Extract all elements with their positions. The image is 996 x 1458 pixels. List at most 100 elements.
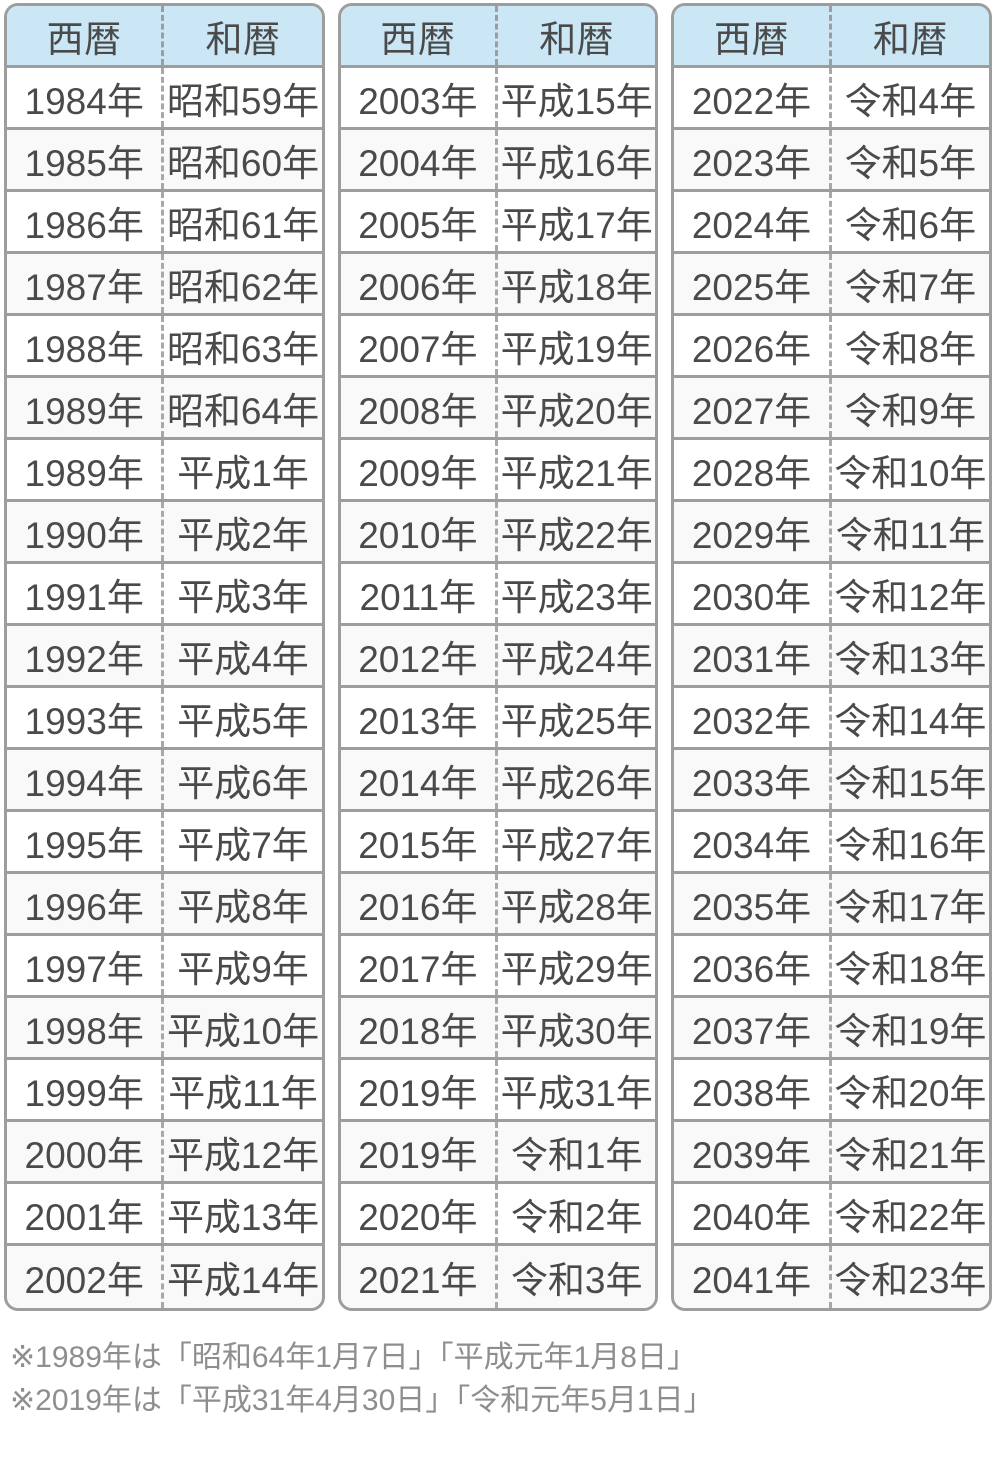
table-row: 2008年 平成20年 — [340, 378, 656, 440]
table-row: 2041年 令和23年 — [674, 1246, 990, 1308]
cell-japanese-era: 平成26年 — [500, 762, 653, 804]
cell-western-year: 1989年 — [7, 440, 165, 499]
cell-japanese-era: 平成20年 — [500, 390, 653, 432]
cell-western-year: 1998年 — [7, 998, 165, 1057]
cell-western-year: 2029年 — [674, 502, 832, 561]
cell-japanese-era: 昭和60年 — [166, 142, 320, 184]
table-row: 1998年 平成10年 — [7, 998, 322, 1060]
table-row: 2022年 令和4年 — [674, 68, 990, 130]
table-row: 2035年 令和17年 — [674, 874, 990, 936]
cell-western-year: 1987年 — [7, 254, 165, 313]
table-row: 2021年 令和3年 — [340, 1246, 656, 1308]
cell-japanese-era: 令和3年 — [510, 1260, 643, 1301]
table-row: 2037年 令和19年 — [674, 998, 990, 1060]
column-header-japanese-era: 和暦 — [539, 18, 615, 60]
table-row: 2004年 平成16年 — [340, 130, 656, 192]
cell-western-year: 2018年 — [341, 998, 499, 1057]
cell-western-year: 2040年 — [674, 1184, 832, 1243]
cell-western-year: 2003年 — [341, 68, 499, 127]
cell-western-year: 2028年 — [674, 440, 832, 499]
table-row: 2002年 平成14年 — [7, 1246, 322, 1308]
cell-japanese-era: 令和19年 — [834, 1010, 987, 1052]
table-row: 2027年 令和9年 — [674, 378, 990, 440]
column-header-japanese-era: 和暦 — [205, 18, 281, 60]
table-row: 2007年 平成19年 — [340, 316, 656, 378]
cell-western-year: 2007年 — [341, 316, 499, 375]
cell-western-year: 2027年 — [674, 378, 832, 437]
cell-western-year: 2022年 — [674, 68, 832, 127]
cell-western-year: 2002年 — [7, 1246, 165, 1308]
cell-japanese-era: 令和18年 — [834, 948, 987, 990]
cell-japanese-era: 平成25年 — [500, 700, 653, 742]
cell-western-year: 2006年 — [341, 254, 499, 313]
cell-western-year: 2024年 — [674, 192, 832, 251]
column-header-western-year: 西暦 — [341, 6, 499, 65]
cell-western-year: 1999年 — [7, 1060, 165, 1119]
table-row: 2032年 令和14年 — [674, 688, 990, 750]
cell-western-year: 2005年 — [341, 192, 499, 251]
cell-western-year: 1995年 — [7, 812, 165, 871]
table-row: 2000年 平成12年 — [7, 1122, 322, 1184]
table-row: 2026年 令和8年 — [674, 316, 990, 378]
table-row: 2005年 平成17年 — [340, 192, 656, 254]
cell-japanese-era: 平成7年 — [177, 824, 309, 866]
cell-japanese-era: 平成21年 — [500, 452, 653, 494]
table-row: 2023年 令和5年 — [674, 130, 990, 192]
cell-western-year: 1991年 — [7, 564, 165, 623]
table-row: 2036年 令和18年 — [674, 936, 990, 998]
table-row: 1994年 平成6年 — [7, 750, 322, 812]
cell-japanese-era: 令和2年 — [510, 1196, 643, 1238]
cell-western-year: 2019年 — [341, 1122, 499, 1181]
cell-japanese-era: 平成24年 — [500, 638, 653, 680]
cell-western-year: 2037年 — [674, 998, 832, 1057]
table-row: 1985年 昭和60年 — [7, 130, 322, 192]
cell-western-year: 2026年 — [674, 316, 832, 375]
table-row: 2031年 令和13年 — [674, 626, 990, 688]
cell-japanese-era: 令和7年 — [844, 266, 977, 308]
cell-japanese-era: 平成27年 — [500, 824, 653, 866]
table-header-row: 西暦 和暦 — [340, 6, 656, 68]
cell-japanese-era: 平成4年 — [177, 638, 309, 680]
cell-japanese-era: 平成13年 — [166, 1196, 320, 1238]
table-row: 2033年 令和15年 — [674, 750, 990, 812]
cell-western-year: 1993年 — [7, 688, 165, 747]
cell-japanese-era: 平成2年 — [177, 514, 309, 556]
table-row: 2011年 平成23年 — [340, 564, 656, 626]
table-row: 1992年 平成4年 — [7, 626, 322, 688]
cell-western-year: 1989年 — [7, 378, 165, 437]
cell-japanese-era: 令和16年 — [834, 824, 987, 866]
cell-japanese-era: 平成18年 — [500, 266, 653, 308]
cell-japanese-era: 令和20年 — [834, 1072, 987, 1114]
table-row: 1997年 平成9年 — [7, 936, 322, 998]
table-row: 1987年 昭和62年 — [7, 254, 322, 316]
table-row: 1989年 昭和64年 — [7, 378, 322, 440]
era-tables-container: 西暦 和暦 1984年 昭和59年 1985年 昭和60年 1986年 昭和61年 1987年昭… — [0, 0, 996, 1311]
table-row: 1990年 平成2年 — [7, 502, 322, 564]
table-row: 1995年 平成7年 — [7, 812, 322, 874]
cell-japanese-era: 令和4年 — [844, 80, 977, 122]
cell-western-year: 1988年 — [7, 316, 165, 375]
cell-western-year: 2031年 — [674, 626, 832, 685]
cell-japanese-era: 平成30年 — [500, 1010, 653, 1052]
cell-western-year: 2038年 — [674, 1060, 832, 1119]
cell-japanese-era: 令和17年 — [834, 886, 987, 928]
cell-western-year: 2019年 — [341, 1060, 499, 1119]
cell-western-year: 1997年 — [7, 936, 165, 995]
table-row: 2040年 令和22年 — [674, 1184, 990, 1246]
cell-japanese-era: 平成29年 — [500, 948, 653, 990]
cell-japanese-era: 平成10年 — [166, 1010, 320, 1052]
cell-western-year: 2034年 — [674, 812, 832, 871]
column-header-western-year: 西暦 — [7, 6, 165, 65]
table-row: 2003年 平成15年 — [340, 68, 656, 130]
cell-western-year: 2021年 — [341, 1246, 499, 1308]
cell-western-year: 2012年 — [341, 626, 499, 685]
cell-japanese-era: 令和11年 — [835, 514, 986, 556]
cell-western-year: 2025年 — [674, 254, 832, 313]
table-row: 2025年 令和7年 — [674, 254, 990, 316]
cell-western-year: 2039年 — [674, 1122, 832, 1181]
table-row: 2006年 平成18年 — [340, 254, 656, 316]
table-row: 2020年 令和2年 — [340, 1184, 656, 1246]
table-row: 1989年 平成1年 — [7, 440, 322, 502]
cell-japanese-era: 平成16年 — [500, 142, 653, 184]
cell-western-year: 1984年 — [7, 68, 165, 127]
